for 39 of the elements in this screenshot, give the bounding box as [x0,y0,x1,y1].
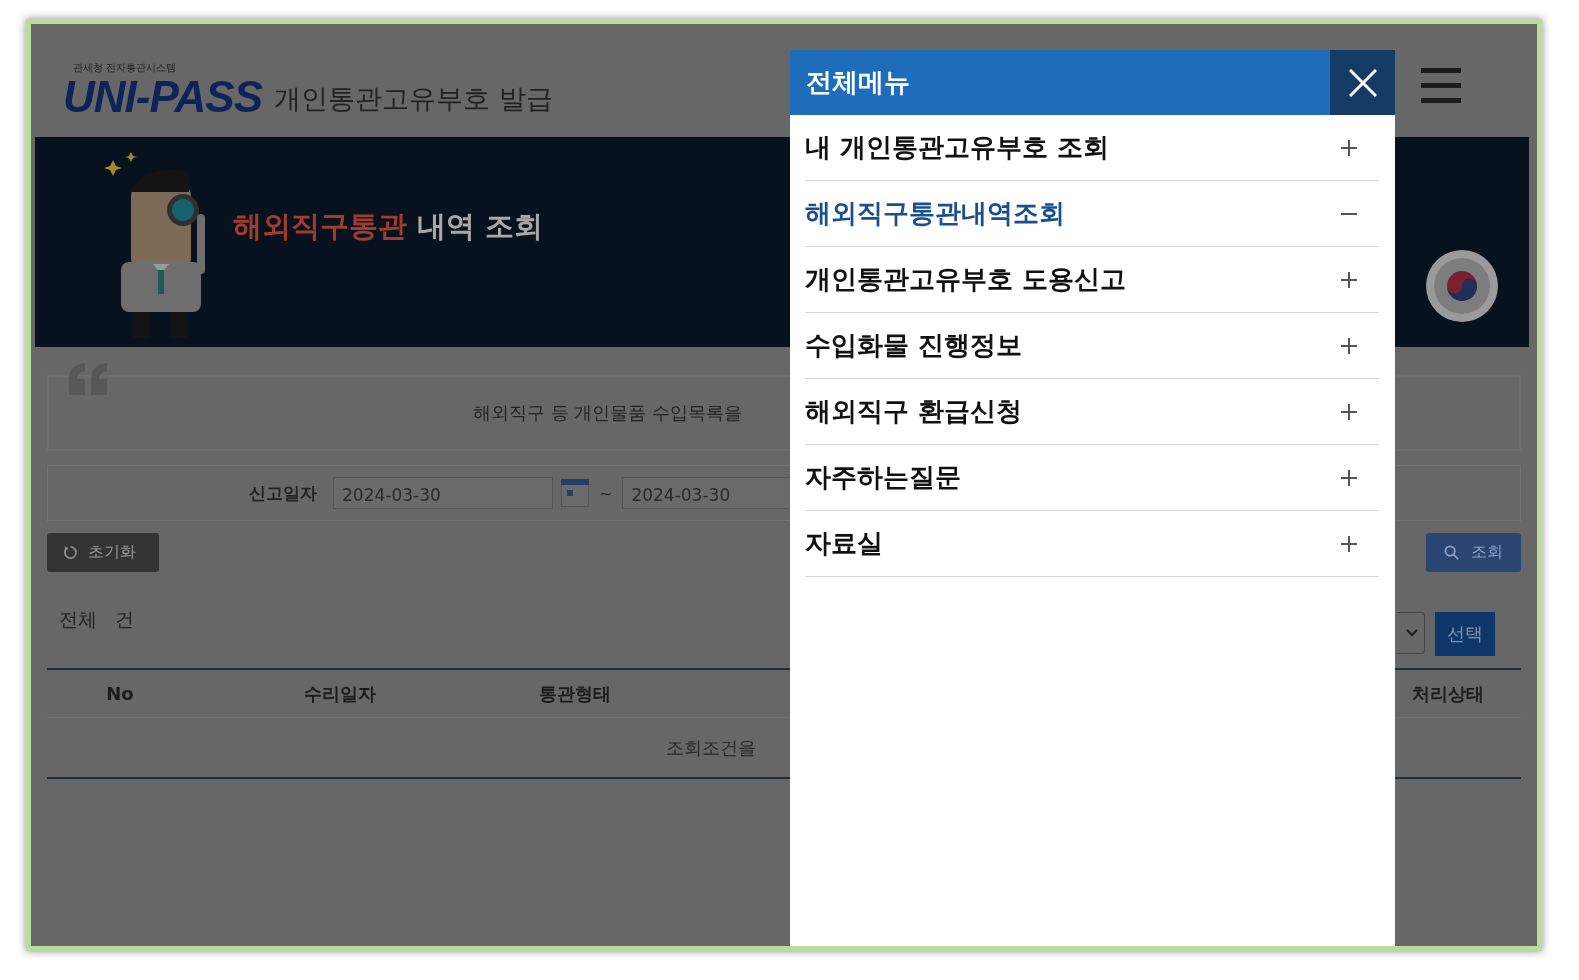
menu-item[interactable]: 해외직구 환급신청 [805,379,1379,445]
column-header: 수리일자 [303,681,377,706]
refresh-icon [63,545,78,560]
search-button[interactable]: 조회 [1426,533,1521,572]
plus-icon [1341,535,1357,552]
menu-title: 전체메뉴 [806,66,910,99]
menu-item[interactable]: 자료실 [805,511,1379,577]
chevron-icon [1406,629,1418,637]
reset-button[interactable]: 초기화 [47,533,159,572]
page-title: 해외직구통관 내역 조회 [233,208,544,245]
plus-icon [1341,139,1357,156]
plus-icon [1341,271,1357,288]
menu-item[interactable]: 자주하는질문 [805,445,1379,511]
select-dropdown[interactable] [1397,612,1425,654]
minus-icon [1341,212,1357,215]
notice-text: 해외직구 등 개인물품 수입목록을 [473,401,743,425]
close-icon [1348,68,1377,97]
column-header: 처리상태 [1411,681,1485,706]
close-button[interactable] [1330,50,1395,115]
calendar-icon[interactable] [561,479,589,507]
agency-name: 관세청 전자통관시스템 [73,61,178,75]
plus-icon [1341,337,1357,354]
menu-item[interactable]: 개인통관고유부호 도용신고 [805,247,1379,313]
plus-icon [1341,469,1357,486]
site-title: 개인통관고유부호 발급 [274,82,553,116]
search-icon [1444,545,1459,560]
select-button[interactable]: 선택 [1435,612,1495,656]
total-count: 전체 건 [59,607,135,632]
empty-message: 조회조건을 [666,735,756,760]
range-separator: ~ [599,483,613,503]
menu-item[interactable]: 해외직구통관내역조회 [805,181,1379,247]
menu-item[interactable]: 수입화물 진행정보 [805,313,1379,379]
field-label: 신고일자 [249,481,317,505]
column-header: No [105,683,135,704]
column-header: 통관형태 [538,681,612,706]
menu-icon[interactable] [1421,68,1461,104]
menu-item[interactable]: 내 개인통관고유부호 조회 [805,115,1379,181]
emblem-icon [1425,249,1499,323]
plus-icon [1341,403,1357,420]
